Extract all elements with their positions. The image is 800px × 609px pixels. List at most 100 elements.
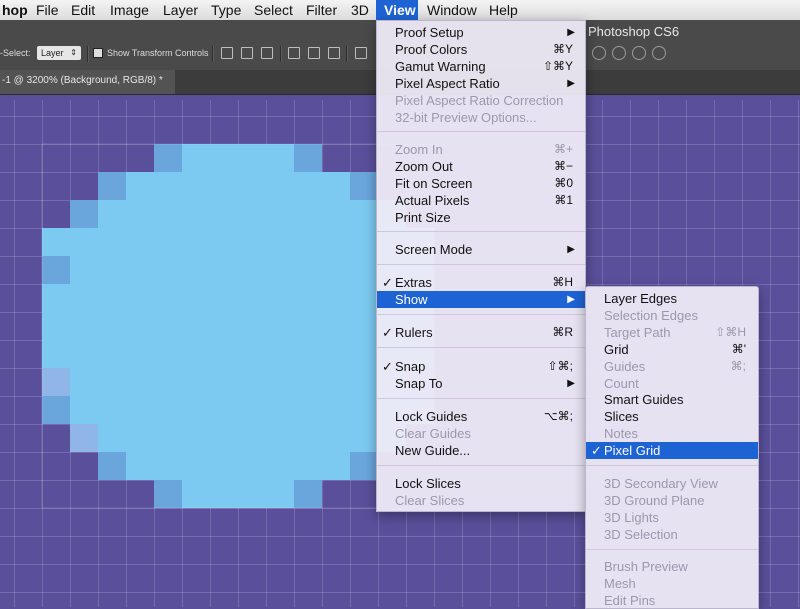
menu-item-pixel-aspect-ratio[interactable]: Pixel Aspect Ratio ▶: [377, 75, 585, 92]
menu-item-lock-slices[interactable]: Lock Slices: [377, 475, 585, 492]
menu-item-label: 3D Ground Plane: [604, 493, 705, 508]
3d-pan-icon[interactable]: [632, 46, 646, 60]
document-tab[interactable]: -1 @ 3200% (Background, RGB/8) *: [0, 70, 175, 94]
menu-item-print-size[interactable]: Print Size: [377, 209, 585, 226]
auto-select-dropdown[interactable]: Layer ⇕: [37, 46, 81, 60]
checkmark-icon: ✓: [382, 359, 393, 374]
checkmark-icon: ✓: [591, 443, 602, 458]
menu-edit[interactable]: Edit: [63, 0, 103, 20]
menu-item-new-guide[interactable]: New Guide...: [377, 442, 585, 459]
menu-item-shortcut: ⇧⌘;: [547, 359, 573, 373]
menu-item-screen-mode[interactable]: Screen Mode ▶: [377, 241, 585, 258]
menu-item-shortcut: ⌘H: [552, 275, 573, 289]
menu-item-label: Proof Setup: [395, 25, 464, 40]
menu-file[interactable]: File: [28, 0, 67, 20]
menu-item-extras[interactable]: ✓ Extras ⌘H: [377, 274, 585, 291]
menu-item-zoom-out[interactable]: Zoom Out ⌘−: [377, 158, 585, 175]
menu-item-pixel-grid[interactable]: ✓ Pixel Grid: [586, 442, 758, 459]
menu-item-rulers[interactable]: ✓ Rulers ⌘R: [377, 324, 585, 341]
menu-3d[interactable]: 3D: [343, 0, 377, 20]
menu-item-pixel-aspect-ratio-correction: Pixel Aspect Ratio Correction: [377, 92, 585, 109]
submenu-arrow-icon: ▶: [567, 378, 575, 389]
menu-item-label: Pixel Grid: [604, 443, 661, 458]
menu-item-grid[interactable]: Grid ⌘': [586, 341, 758, 358]
menu-item-3d-secondary-view: 3D Secondary View: [586, 475, 758, 492]
menu-item-clear-slices: Clear Slices: [377, 492, 585, 509]
menu-item-label: Layer Edges: [604, 291, 677, 306]
menu-item-label: Print Size: [395, 210, 451, 225]
menu-view[interactable]: View: [376, 0, 418, 20]
3d-slide-icon[interactable]: [652, 46, 666, 60]
checkmark-icon: ✓: [382, 275, 393, 290]
3d-rotate-icon[interactable]: [592, 46, 606, 60]
checkmark-icon: ✓: [382, 325, 393, 340]
align-top-icon[interactable]: [221, 47, 233, 59]
menu-bar: hop File Edit Image Layer Type Select Fi…: [0, 0, 800, 21]
menu-item-shortcut: ⌘1: [554, 193, 573, 207]
menu-item-layer-edges[interactable]: Layer Edges: [586, 290, 758, 307]
menu-item-label: Grid: [604, 342, 629, 357]
menu-divider: [377, 264, 585, 265]
menu-item-fit-on-screen[interactable]: Fit on Screen ⌘0: [377, 175, 585, 192]
menu-item-label: Show: [395, 292, 428, 307]
menu-item-label: Proof Colors: [395, 42, 468, 57]
toolbar-divider: [346, 46, 348, 62]
menu-item-label: Pixel Aspect Ratio Correction: [395, 93, 564, 108]
menu-item-lock-guides[interactable]: Lock Guides ⌥⌘;: [377, 408, 585, 425]
menu-item-snap-to[interactable]: Snap To ▶: [377, 375, 585, 392]
menu-item-shortcut: ⌥⌘;: [543, 409, 573, 423]
menu-item-shortcut: ⌘Y: [552, 42, 573, 56]
menu-item-shortcut: ⇧⌘Y: [542, 59, 573, 73]
menu-layer[interactable]: Layer: [155, 0, 206, 20]
menu-divider: [377, 314, 585, 315]
align-right-icon[interactable]: [328, 47, 340, 59]
menu-item-shortcut: ⌘': [731, 342, 746, 356]
submenu-arrow-icon: ▶: [567, 78, 575, 89]
toolbar-divider: [280, 46, 282, 62]
3d-roll-icon[interactable]: [612, 46, 626, 60]
menu-item-target-path: Target Path ⇧⌘H: [586, 324, 758, 341]
menu-filter[interactable]: Filter: [298, 0, 345, 20]
menu-type[interactable]: Type: [203, 0, 249, 20]
menu-item-actual-pixels[interactable]: Actual Pixels ⌘1: [377, 192, 585, 209]
menu-item-label: Rulers: [395, 325, 433, 340]
menu-item-snap[interactable]: ✓ Snap ⇧⌘;: [377, 358, 585, 375]
menu-item-label: Edit Pins: [604, 593, 656, 608]
menu-item-proof-colors[interactable]: Proof Colors ⌘Y: [377, 41, 585, 58]
menu-divider: [586, 549, 758, 550]
auto-select-value: Layer: [41, 48, 64, 58]
menu-item-label: Selection Edges: [604, 308, 698, 323]
align-left-icon[interactable]: [288, 47, 300, 59]
menu-help[interactable]: Help: [481, 0, 526, 20]
menu-item-shortcut: ⇧⌘H: [715, 325, 746, 339]
menu-item-gamut-warning[interactable]: Gamut Warning ⇧⌘Y: [377, 58, 585, 75]
menu-item-proof-setup[interactable]: Proof Setup ▶: [377, 24, 585, 41]
menu-window[interactable]: Window: [419, 0, 485, 20]
menu-item-label: Slices: [604, 409, 639, 424]
show-transform-checkbox[interactable]: [93, 48, 103, 58]
menu-select[interactable]: Select: [246, 0, 301, 20]
menu-item-label: Guides: [604, 359, 646, 374]
dropdown-caret-icon: ⇕: [70, 48, 77, 57]
menu-item-shortcut: ⌘+: [553, 142, 573, 156]
menu-item-label: Lock Guides: [395, 409, 468, 424]
auto-select-label: -Select:: [0, 48, 31, 58]
align-hcenter-icon[interactable]: [308, 47, 320, 59]
menu-item-show[interactable]: Show ▶: [377, 291, 585, 308]
menu-item-3d-lights: 3D Lights: [586, 509, 758, 526]
menu-item-label: 32-bit Preview Options...: [395, 110, 537, 125]
menu-divider: [377, 347, 585, 348]
menu-item-label: New Guide...: [395, 443, 471, 458]
align-bottom-icon[interactable]: [261, 47, 273, 59]
distribute-top-icon[interactable]: [355, 47, 367, 59]
menu-divider: [377, 131, 585, 132]
menu-item-smart-guides[interactable]: Smart Guides: [586, 391, 758, 408]
menu-item-shortcut: ⌘0: [554, 176, 573, 190]
menu-item-label: Count: [604, 376, 639, 391]
menu-item-label: Clear Guides: [395, 426, 471, 441]
menu-image[interactable]: Image: [102, 0, 157, 20]
menu-item-label: Brush Preview: [604, 559, 688, 574]
menu-item-shortcut: ⌘−: [553, 159, 573, 173]
menu-item-slices[interactable]: Slices: [586, 408, 758, 425]
align-vcenter-icon[interactable]: [241, 47, 253, 59]
